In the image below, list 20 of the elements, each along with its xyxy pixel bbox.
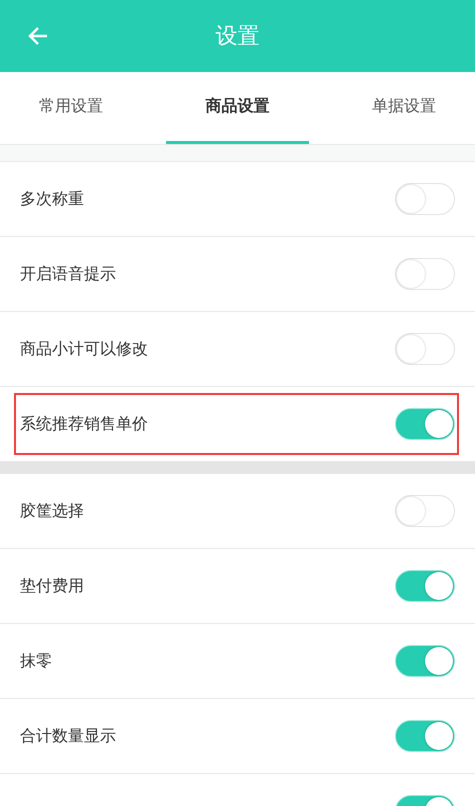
page-title: 设置 (216, 23, 260, 51)
tab[interactable]: 常用设置 (0, 72, 142, 144)
back-arrow-icon[interactable] (27, 25, 49, 47)
toggle-switch[interactable] (395, 495, 455, 527)
setting-label: 系统推荐销售单价 (20, 414, 148, 434)
toggle-switch[interactable] (395, 570, 455, 602)
setting-label: 垫付费用 (20, 576, 84, 596)
toggle-switch[interactable] (395, 408, 455, 440)
setting-label: 抹零 (20, 650, 52, 672)
setting-label: 合计数量显示 (20, 726, 116, 746)
setting-label: 开启语音提示 (20, 264, 116, 284)
tab[interactable]: 单据设置 (332, 72, 475, 144)
toggle-switch[interactable] (395, 720, 455, 752)
toggle-switch[interactable] (395, 183, 455, 215)
toggle-switch[interactable] (395, 333, 455, 365)
setting-label: 胶筐选择 (20, 500, 84, 522)
setting-label: 商品小计可以修改 (20, 338, 148, 360)
setting-label: 多次称重 (20, 188, 84, 210)
toggle-switch[interactable] (395, 258, 455, 290)
toggle-switch[interactable] (395, 645, 455, 677)
